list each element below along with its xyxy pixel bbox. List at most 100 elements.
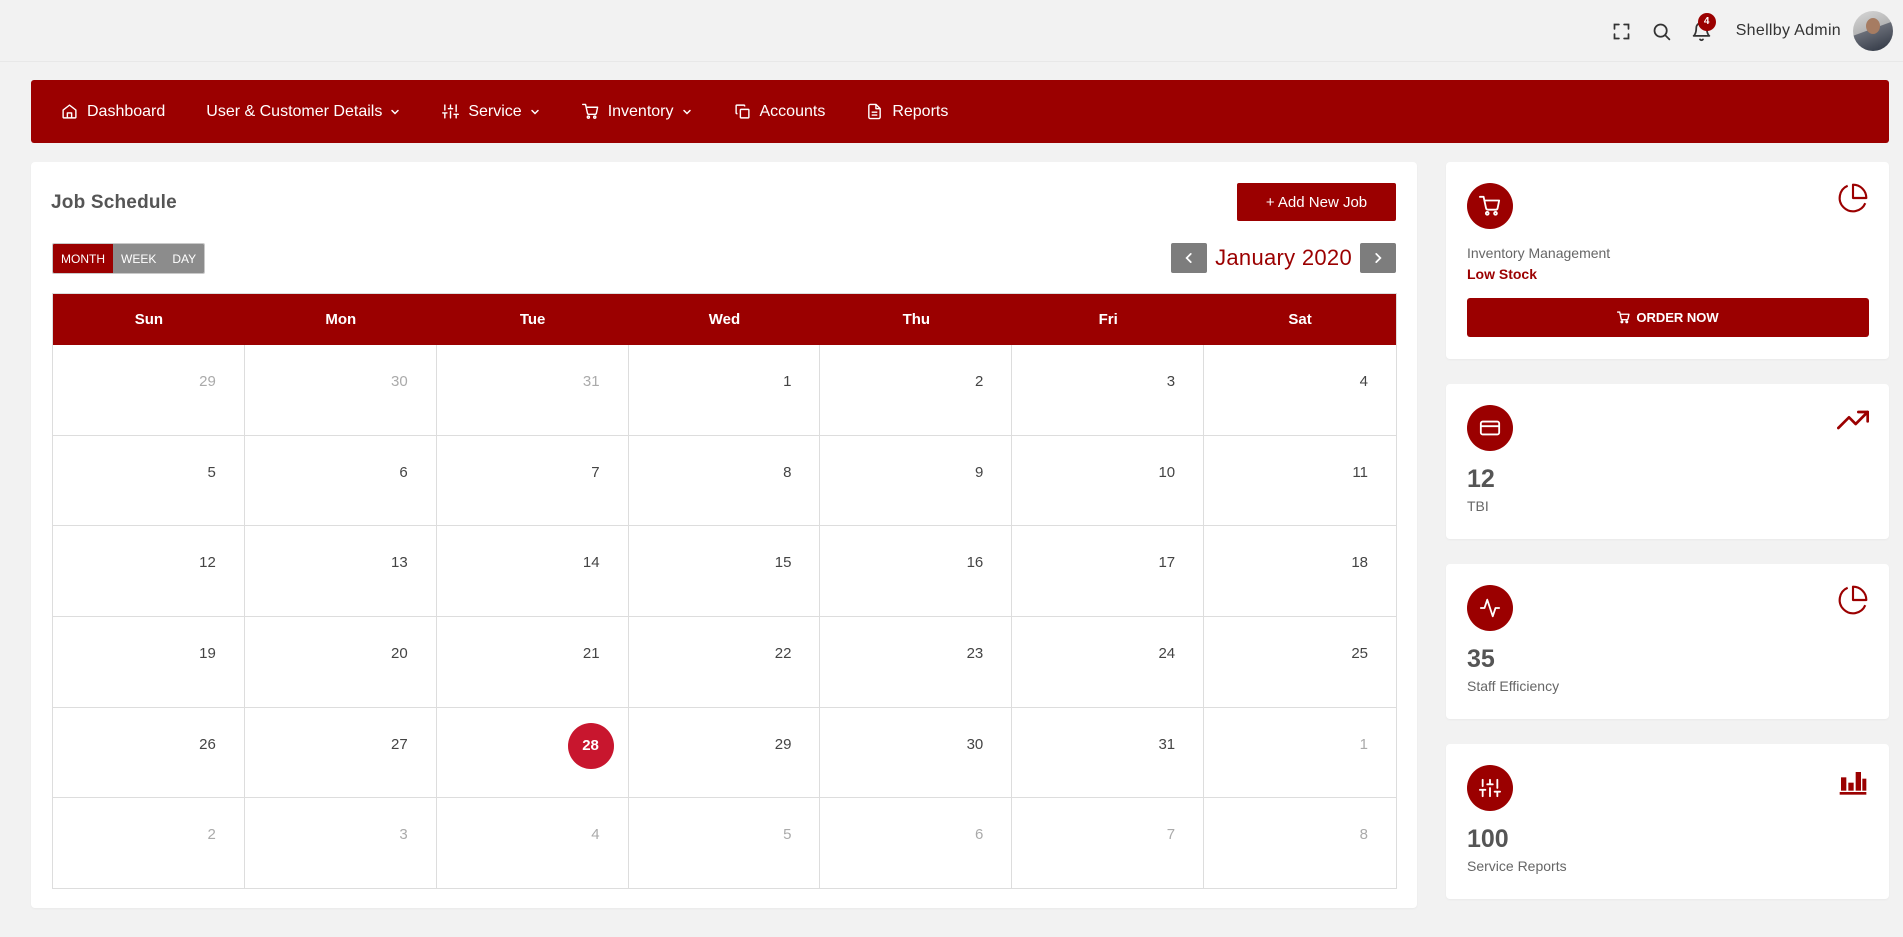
copy-icon	[734, 104, 750, 119]
avatar[interactable]	[1853, 11, 1893, 51]
calendar-day[interactable]: 26	[53, 707, 245, 799]
day-number: 1	[1359, 735, 1368, 753]
weekday-label: Sun	[134, 311, 164, 328]
nav-item-label: Reports	[892, 102, 949, 120]
calendar-day[interactable]: 12	[53, 526, 245, 617]
sliders-icon	[442, 104, 460, 119]
calendar-day[interactable]: 1	[1204, 708, 1396, 799]
calendar-day[interactable]: 3	[245, 798, 437, 889]
calendar-day[interactable]: 24	[1012, 616, 1205, 708]
view-month-button[interactable]: MONTH	[53, 244, 113, 273]
day-number: 29	[199, 373, 216, 390]
day-number: 30	[966, 735, 984, 753]
calendar-day[interactable]: 7	[436, 435, 629, 527]
calendar-day[interactable]: 23	[820, 616, 1013, 708]
user-name[interactable]: Shellby Admin	[1736, 22, 1841, 40]
calendar-day[interactable]: 4	[1204, 345, 1396, 436]
service-reports-label: Service Reports	[1467, 858, 1567, 874]
calendar-day[interactable]: 14	[436, 526, 629, 617]
calendar-grid: Sun Mon Tue Wed Thu Fri Sat 29 30 31 1 2 3 4 5 6…	[52, 293, 1397, 889]
search-icon[interactable]	[1642, 13, 1682, 49]
chevron-left-icon	[1185, 253, 1192, 263]
nav-item-inventory[interactable]: Inventory	[581, 103, 693, 121]
tbi-card: 12 TBI	[1446, 384, 1889, 539]
day-number: 15	[774, 554, 792, 572]
nav-item-user-customer-details[interactable]: User & Customer Details	[206, 103, 401, 121]
calendar-body: 29 30 31 1 2 3 4 5 6 7 8 9 10 11 12 13 14 15 16 17 18 19 20 21 2…	[53, 345, 1396, 889]
calendar-day[interactable]: 9	[820, 435, 1013, 527]
calendar-day[interactable]: 20	[244, 616, 437, 708]
day-number: 10	[1158, 463, 1176, 481]
calendar-day[interactable]: 13	[244, 526, 437, 617]
calendar-day[interactable]: 15	[628, 526, 821, 617]
calendar-day[interactable]: 31	[1012, 707, 1205, 799]
calendar-day[interactable]: 6	[244, 435, 437, 527]
calendar-view-toggle: MONTH WEEK DAY	[52, 243, 206, 274]
calendar-day[interactable]: 29	[628, 707, 821, 799]
day-number: 23	[966, 644, 984, 662]
day-number: 4	[1359, 373, 1368, 390]
chevron-down-icon	[391, 109, 400, 115]
service-reports-value: 100	[1467, 825, 1509, 853]
day-number: 2	[207, 826, 216, 844]
calendar-day-today[interactable]: 28	[436, 707, 629, 799]
weekday-label: Thu	[902, 311, 931, 328]
calendar-day[interactable]: 1	[628, 345, 821, 436]
calendar-day[interactable]: 31	[436, 345, 629, 436]
cart-icon	[1617, 311, 1630, 324]
calendar-day[interactable]: 7	[1012, 798, 1205, 889]
add-new-job-button[interactable]: + Add New Job	[1237, 183, 1396, 221]
card-title: Job Schedule	[51, 192, 177, 213]
day-number: 26	[199, 735, 216, 753]
calendar-day[interactable]: 17	[1012, 526, 1205, 617]
day-number: 4	[591, 826, 600, 844]
calendar-day[interactable]: 21	[436, 616, 629, 708]
nav-item-reports[interactable]: Reports	[866, 103, 948, 121]
calendar-day[interactable]: 5	[629, 798, 821, 889]
day-number: 6	[399, 463, 408, 481]
calendar-day[interactable]: 25	[1204, 617, 1396, 708]
nav-item-service[interactable]: Service	[442, 103, 540, 121]
weekday-label: Mon	[325, 311, 357, 328]
calendar-day[interactable]: 3	[1012, 345, 1205, 436]
fullscreen-icon[interactable]	[1602, 13, 1642, 49]
order-now-button[interactable]: ORDER NOW	[1467, 298, 1869, 337]
calendar-day[interactable]: 2	[53, 798, 245, 889]
document-icon	[868, 103, 882, 120]
calendar-day[interactable]: 8	[1204, 798, 1396, 889]
next-month-button[interactable]	[1360, 243, 1396, 273]
nav-item-label: Service	[468, 102, 522, 120]
day-number: 14	[582, 554, 600, 572]
view-day-button[interactable]: DAY	[164, 244, 205, 273]
bell-icon[interactable]: 4	[1682, 13, 1722, 49]
previous-month-button[interactable]	[1171, 243, 1208, 273]
nav-item-dashboard[interactable]: Dashboard	[61, 103, 165, 121]
calendar-day[interactable]: 10	[1012, 435, 1205, 527]
calendar-day[interactable]: 27	[244, 707, 437, 799]
calendar-day[interactable]: 22	[628, 616, 821, 708]
calendar-day[interactable]: 11	[1204, 436, 1396, 527]
staff-efficiency-value: 35	[1467, 645, 1495, 673]
day-number: 16	[966, 554, 984, 572]
calendar-day[interactable]: 4	[437, 798, 629, 889]
day-number: 5	[207, 463, 216, 481]
calendar-day[interactable]: 18	[1204, 526, 1396, 617]
view-week-button[interactable]: WEEK	[113, 244, 165, 273]
calendar-day[interactable]: 29	[53, 345, 245, 436]
calendar-day[interactable]: 6	[820, 798, 1013, 889]
calendar-day[interactable]: 16	[820, 526, 1013, 617]
day-number: 18	[1351, 554, 1368, 572]
nav-item-accounts[interactable]: Accounts	[734, 102, 826, 121]
cart-icon	[1467, 183, 1513, 229]
day-number: 21	[582, 644, 600, 662]
sliders-icon	[1467, 765, 1513, 811]
day-number: 13	[391, 554, 408, 572]
calendar-day[interactable]: 30	[244, 345, 437, 436]
calendar-day[interactable]: 8	[628, 435, 821, 527]
calendar-day[interactable]: 2	[820, 345, 1013, 436]
calendar-day[interactable]: 5	[53, 435, 245, 527]
nav-item-label: Accounts	[759, 102, 826, 120]
home-icon	[62, 104, 77, 119]
calendar-day[interactable]: 19	[53, 616, 245, 708]
calendar-day[interactable]: 30	[820, 707, 1013, 799]
